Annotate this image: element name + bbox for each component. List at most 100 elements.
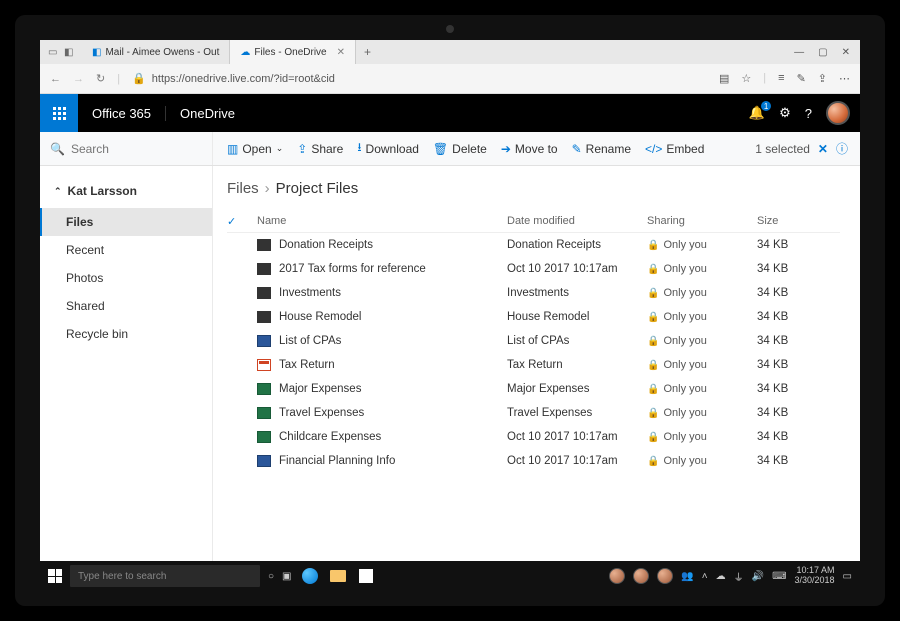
notifications-icon[interactable]: 🔔1 bbox=[749, 105, 765, 121]
notes-icon[interactable]: ✎ bbox=[797, 72, 806, 85]
table-row[interactable]: Financial Planning InfoOct 10 2017 10:17… bbox=[227, 449, 840, 473]
share-button[interactable]: ⇪Share bbox=[297, 142, 343, 156]
table-row[interactable]: List of CPAsList of CPAs🔒Only you34 KB bbox=[227, 329, 840, 353]
table-row[interactable]: Donation ReceiptsDonation Receipts🔒Only … bbox=[227, 233, 840, 257]
nav-photos[interactable]: Photos bbox=[40, 264, 212, 292]
table-row[interactable]: Childcare ExpensesOct 10 2017 10:17am🔒On… bbox=[227, 425, 840, 449]
file-modified: Oct 10 2017 10:17am bbox=[507, 455, 647, 467]
pdf-icon bbox=[257, 359, 271, 371]
file-size: 34 KB bbox=[757, 335, 837, 347]
people-icon[interactable]: 👥 bbox=[681, 571, 693, 582]
open-button[interactable]: ▥Open ⌄ bbox=[227, 142, 283, 156]
file-size: 34 KB bbox=[757, 407, 837, 419]
tablet-camera bbox=[446, 25, 454, 33]
table-row[interactable]: Travel ExpensesTravel Expenses🔒Only you3… bbox=[227, 401, 840, 425]
col-sharing[interactable]: Sharing bbox=[647, 215, 757, 228]
taskbar-search-placeholder: Type here to search bbox=[78, 571, 166, 582]
lock-icon: 🔒 bbox=[647, 312, 659, 323]
file-name: 2017 Tax forms for reference bbox=[279, 263, 426, 275]
explorer-icon[interactable] bbox=[328, 566, 348, 586]
search-box[interactable]: 🔍 bbox=[40, 132, 213, 165]
window-icon[interactable]: ◧ bbox=[64, 47, 74, 57]
tray-chevron-icon[interactable]: ˄ bbox=[702, 571, 708, 582]
hub-icon[interactable]: ≡ bbox=[778, 72, 784, 85]
keyboard-icon[interactable]: ⌨ bbox=[772, 571, 786, 582]
nav-recent[interactable]: Recent bbox=[40, 236, 212, 264]
store-icon[interactable] bbox=[356, 566, 376, 586]
lock-icon: 🔒 bbox=[647, 336, 659, 347]
table-row[interactable]: InvestmentsInvestments🔒Only you34 KB bbox=[227, 281, 840, 305]
file-sharing: Only you bbox=[663, 287, 706, 299]
people-avatar-1[interactable] bbox=[609, 568, 625, 584]
command-bar: 🔍 ▥Open ⌄ ⇪Share ⭳Download 🗑Delete ➔Move… bbox=[40, 132, 860, 166]
table-row[interactable]: 2017 Tax forms for referenceOct 10 2017 … bbox=[227, 257, 840, 281]
embed-button[interactable]: </>Embed bbox=[645, 142, 704, 156]
taskview-icon[interactable]: ▣ bbox=[282, 571, 291, 582]
people-avatar-2[interactable] bbox=[633, 568, 649, 584]
tab-onedrive[interactable]: ☁ Files - OneDrive ✕ bbox=[230, 40, 356, 64]
nav-user[interactable]: ⌃ Kat Larsson bbox=[40, 180, 212, 208]
left-nav: ⌃ Kat Larsson Files Recent Photos Shared… bbox=[40, 166, 213, 561]
lock-icon: 🔒 bbox=[647, 360, 659, 371]
close-window-icon[interactable]: ✕ bbox=[842, 47, 850, 58]
file-modified: Oct 10 2017 10:17am bbox=[507, 431, 647, 443]
forward-icon[interactable]: → bbox=[73, 73, 84, 85]
table-row[interactable]: Major ExpensesMajor Expenses🔒Only you34 … bbox=[227, 377, 840, 401]
select-all-check[interactable]: ✓ bbox=[227, 216, 236, 228]
tab-mail[interactable]: ◧ Mail - Aimee Owens - Out bbox=[82, 40, 230, 64]
share-page-icon[interactable]: ⇪ bbox=[818, 72, 827, 85]
excel-icon bbox=[257, 407, 271, 419]
col-size[interactable]: Size bbox=[757, 215, 837, 228]
more-icon[interactable]: ⋯ bbox=[839, 72, 850, 85]
new-tab-button[interactable]: + bbox=[356, 45, 379, 59]
url-field[interactable]: 🔒 https://onedrive.live.com/?id=root&cid bbox=[132, 72, 707, 85]
cortana-icon[interactable]: ○ bbox=[268, 571, 274, 582]
file-sharing: Only you bbox=[663, 263, 706, 275]
browser-address-bar: ← → ↻ | 🔒 https://onedrive.live.com/?id=… bbox=[40, 64, 860, 94]
clear-selection-icon[interactable]: ✕ bbox=[818, 142, 828, 156]
reading-view-icon[interactable]: ▤ bbox=[719, 72, 729, 85]
delete-icon: 🗑 bbox=[433, 142, 448, 156]
search-input[interactable] bbox=[71, 142, 202, 156]
taskbar-search[interactable]: Type here to search bbox=[70, 565, 260, 587]
app-launcher-icon[interactable] bbox=[40, 94, 78, 132]
moveto-button[interactable]: ➔Move to bbox=[501, 142, 558, 156]
nav-shared[interactable]: Shared bbox=[40, 292, 212, 320]
user-avatar[interactable] bbox=[826, 101, 850, 125]
people-avatar-3[interactable] bbox=[657, 568, 673, 584]
delete-button[interactable]: 🗑Delete bbox=[433, 142, 487, 156]
file-modified: Tax Return bbox=[507, 359, 647, 371]
network-icon[interactable]: ⏚ bbox=[734, 569, 744, 584]
help-icon[interactable]: ? bbox=[805, 106, 812, 121]
edge-icon[interactable] bbox=[300, 566, 320, 586]
tabs-icon[interactable]: ▭ bbox=[48, 47, 58, 57]
download-button[interactable]: ⭳Download bbox=[357, 138, 419, 159]
favorite-icon[interactable]: ☆ bbox=[741, 72, 751, 85]
file-name: Donation Receipts bbox=[279, 239, 373, 251]
info-pane-icon[interactable]: ⓘ bbox=[836, 140, 848, 157]
nav-files[interactable]: Files bbox=[40, 208, 212, 236]
breadcrumb-root[interactable]: Files bbox=[227, 180, 259, 197]
close-tab-icon[interactable]: ✕ bbox=[337, 47, 345, 58]
volume-icon[interactable]: 🔊 bbox=[752, 571, 764, 582]
nav-recyclebin[interactable]: Recycle bin bbox=[40, 320, 212, 348]
table-row[interactable]: Tax ReturnTax Return🔒Only you34 KB bbox=[227, 353, 840, 377]
onedrive-tray-icon[interactable]: ☁ bbox=[716, 571, 726, 582]
suite-app[interactable]: OneDrive bbox=[166, 106, 249, 121]
action-center-icon[interactable]: ▭ bbox=[843, 571, 852, 582]
col-name[interactable]: Name bbox=[257, 215, 507, 228]
suite-brand[interactable]: Office 365 bbox=[78, 106, 166, 121]
taskbar-clock[interactable]: 10:17 AM 3/30/2018 bbox=[795, 566, 835, 586]
file-size: 34 KB bbox=[757, 359, 837, 371]
file-modified: Major Expenses bbox=[507, 383, 647, 395]
back-icon[interactable]: ← bbox=[50, 73, 61, 85]
file-sharing: Only you bbox=[663, 455, 706, 467]
maximize-icon[interactable]: ▢ bbox=[818, 47, 827, 58]
minimize-icon[interactable]: — bbox=[794, 47, 804, 58]
start-button[interactable] bbox=[48, 569, 62, 583]
rename-button[interactable]: ✎Rename bbox=[572, 142, 631, 156]
table-row[interactable]: House RemodelHouse Remodel🔒Only you34 KB bbox=[227, 305, 840, 329]
refresh-icon[interactable]: ↻ bbox=[96, 72, 105, 85]
col-modified[interactable]: Date modified bbox=[507, 215, 647, 228]
settings-icon[interactable]: ⚙ bbox=[779, 105, 791, 121]
